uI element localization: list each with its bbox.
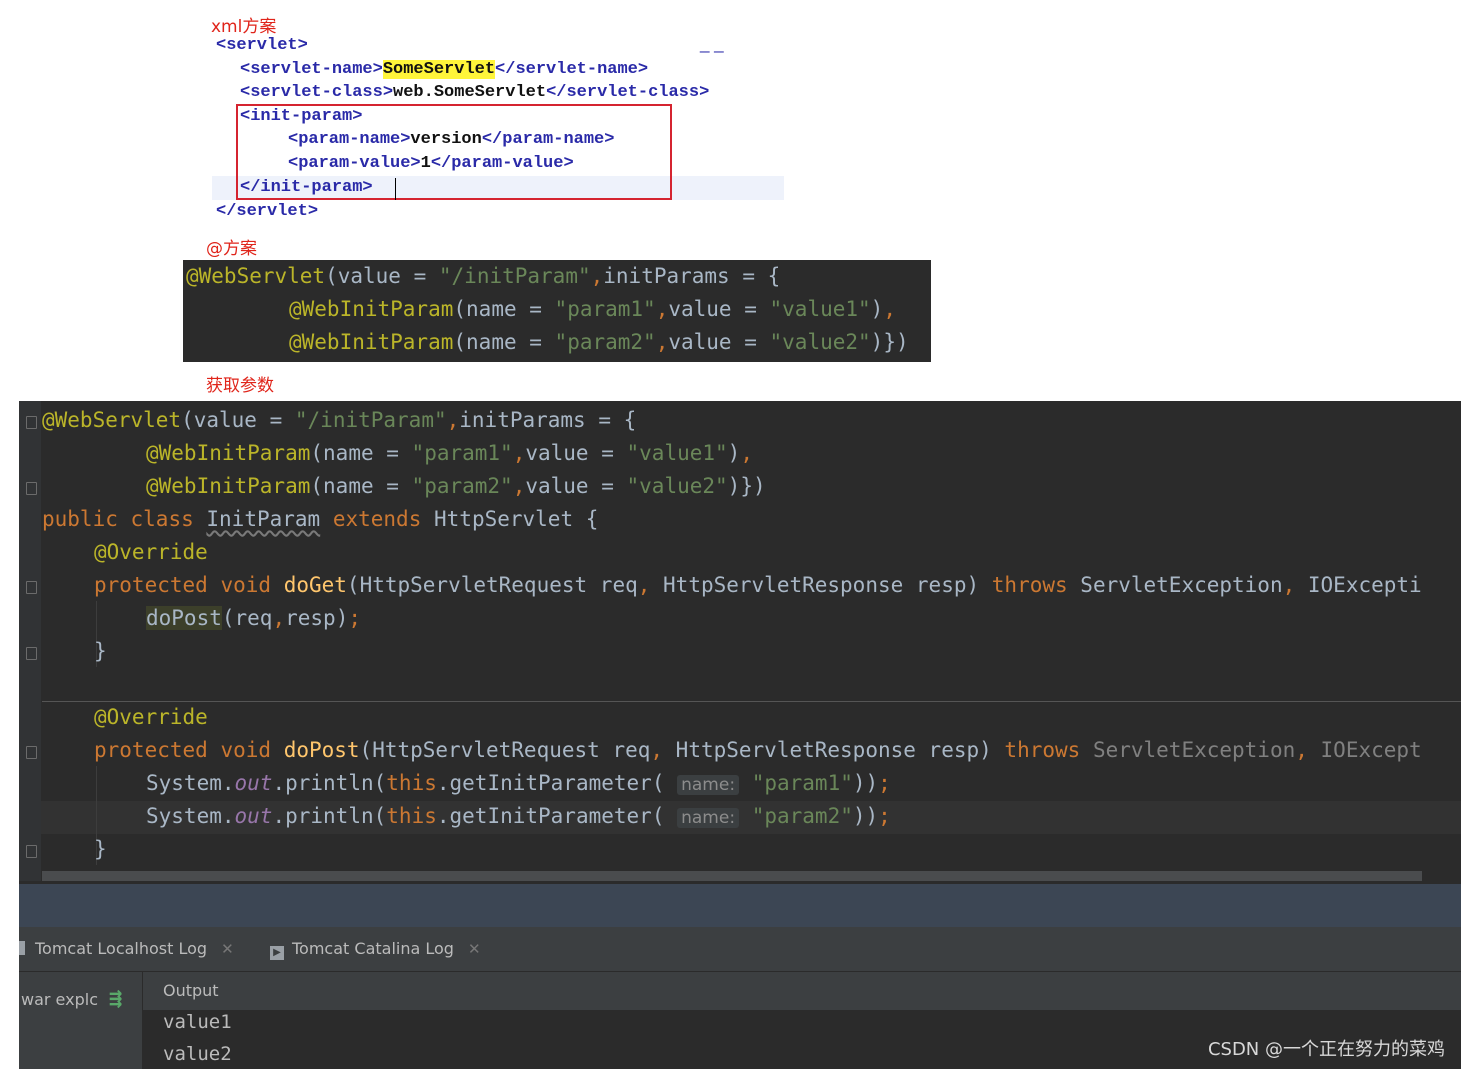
- tool-window-tabs: Tomcat Localhost Log ✕ ▶ Tomcat Catalina L…: [19, 927, 1461, 972]
- log-icon: [19, 941, 25, 955]
- get-params-label: 获取参数: [206, 376, 274, 396]
- fold-icon[interactable]: [26, 416, 37, 429]
- code-line[interactable]: public class InitParam extends HttpServl…: [42, 503, 598, 536]
- tool-window-header: [19, 884, 1461, 927]
- tab-tomcat-catalina-log[interactable]: ▶ Tomcat Catalina Log ✕: [270, 937, 481, 961]
- fold-icon[interactable]: [26, 845, 37, 858]
- code-line[interactable]: @Override: [94, 536, 208, 569]
- code-line[interactable]: doPost(req,resp);: [146, 602, 361, 635]
- code-line: @WebInitParam(name = "param1",value = "v…: [289, 297, 896, 321]
- text-caret: [395, 178, 396, 200]
- code-line[interactable]: @WebInitParam(name = "param1",value = "v…: [146, 437, 753, 470]
- annotation-scheme-label: @方案: [206, 239, 257, 259]
- fold-icon[interactable]: [26, 482, 37, 495]
- xml-dashes: _ _: [700, 34, 724, 53]
- xml-line: <servlet-name>SomeServlet</servlet-name>: [240, 60, 649, 79]
- code-line[interactable]: }: [94, 635, 107, 668]
- code-line[interactable]: System.out.println(this.getInitParameter…: [146, 800, 891, 833]
- fold-icon[interactable]: [26, 746, 37, 759]
- output-line: value1: [163, 1011, 232, 1033]
- code-line[interactable]: System.out.println(this.getInitParameter…: [146, 767, 891, 800]
- init-param-red-box: [236, 104, 672, 200]
- console-icon: ▶: [270, 946, 284, 960]
- annotation-code-snippet: @WebServlet(value = "/initParam",initPar…: [183, 260, 931, 362]
- fold-icon[interactable]: [26, 647, 37, 660]
- deploy-icon[interactable]: ⇶: [109, 986, 122, 1011]
- search-highlight: SomeServlet: [382, 60, 496, 79]
- xml-config-snippet: _ _ <servlet> <servlet-name>SomeServlet<…: [212, 34, 784, 226]
- code-line[interactable]: protected void doPost(HttpServletRequest…: [94, 734, 1422, 767]
- xml-line: <servlet-class>web.SomeServlet</servlet-…: [240, 83, 710, 102]
- xml-line: <servlet>: [216, 36, 308, 55]
- code-line[interactable]: protected void doGet(HttpServletRequest …: [94, 569, 1422, 602]
- horizontal-scrollbar[interactable]: [42, 871, 1422, 881]
- output-header: Output: [143, 972, 1461, 1011]
- ide-window: @WebServlet(value = "/initParam",initPar…: [19, 401, 1461, 1069]
- code-line[interactable]: @WebInitParam(name = "param2",value = "v…: [146, 470, 766, 503]
- close-icon[interactable]: ✕: [221, 940, 234, 958]
- code-line[interactable]: @WebServlet(value = "/initParam",initPar…: [42, 404, 636, 437]
- deployment-panel: war explc ⇶: [19, 972, 143, 1069]
- code-line[interactable]: }: [94, 833, 107, 866]
- parameter-hint: name:: [677, 775, 740, 795]
- close-icon[interactable]: ✕: [468, 940, 481, 958]
- method-separator: [42, 701, 1461, 702]
- artifact-label[interactable]: war explc: [21, 990, 98, 1009]
- fold-icon[interactable]: [26, 581, 37, 594]
- tab-tomcat-localhost-log[interactable]: Tomcat Localhost Log ✕: [19, 937, 234, 961]
- output-line: value2: [163, 1043, 232, 1065]
- code-line: @WebInitParam(name = "param2",value = "v…: [289, 330, 909, 354]
- parameter-hint: name:: [677, 808, 740, 828]
- xml-line: </servlet>: [216, 202, 319, 221]
- code-line: @WebServlet(value = "/initParam",initPar…: [186, 264, 781, 288]
- editor-gutter: [19, 401, 41, 881]
- watermark: CSDN @一个正在努力的菜鸡: [1207, 1039, 1445, 1060]
- code-line[interactable]: @Override: [94, 701, 208, 734]
- output-header-label: Output: [163, 981, 219, 1000]
